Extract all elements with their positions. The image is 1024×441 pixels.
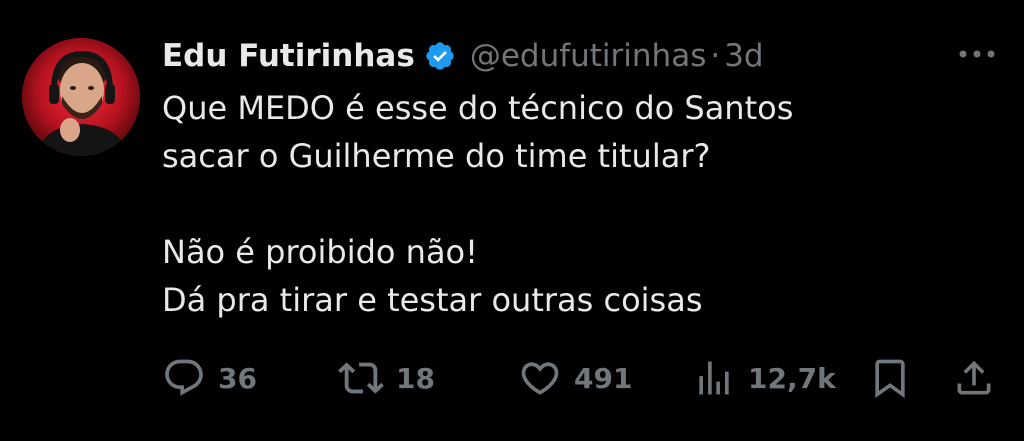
retweet-icon [338, 362, 384, 394]
separator-dot: · [710, 38, 721, 74]
tweet-text-line: Que MEDO é esse do técnico do Santos [162, 89, 794, 127]
share-button[interactable] [952, 354, 996, 402]
tweet-text-line: Não é proibido não! [162, 233, 478, 271]
retweet-count: 18 [396, 361, 435, 395]
tweet-header: Edu Futirinhas @edufutirinhas · 3d [162, 34, 764, 78]
bookmark-button[interactable] [868, 354, 912, 402]
like-count: 491 [574, 361, 633, 395]
tweet-actions: 36 18 491 12,7k [162, 354, 1002, 402]
bookmark-icon [875, 359, 905, 399]
tweet-text: Que MEDO é esse do técnico do Santos sac… [162, 84, 992, 324]
tweet-timestamp[interactable]: 3d [724, 38, 763, 74]
verified-badge-icon[interactable] [424, 40, 456, 72]
heart-icon [521, 362, 559, 395]
views-count: 12,7k [748, 361, 836, 395]
views-icon [699, 361, 729, 395]
retweet-button[interactable]: 18 [338, 354, 435, 402]
share-icon [957, 360, 991, 395]
tweet-text-line: Dá pra tirar e testar outras coisas [162, 281, 703, 319]
views-button[interactable]: 12,7k [692, 354, 836, 402]
author-handle[interactable]: @edufutirinhas [470, 38, 707, 74]
like-button[interactable]: 491 [518, 354, 632, 402]
reply-count: 36 [218, 361, 257, 395]
more-icon[interactable] [957, 44, 997, 64]
author-name[interactable]: Edu Futirinhas [162, 38, 415, 74]
tweet-text-line: sacar o Guilherme do time titular? [162, 137, 711, 175]
tweet[interactable]: Edu Futirinhas @edufutirinhas · 3d Que M… [0, 0, 1024, 441]
reply-icon [165, 359, 203, 396]
avatar[interactable] [22, 38, 140, 156]
reply-button[interactable]: 36 [162, 354, 257, 402]
